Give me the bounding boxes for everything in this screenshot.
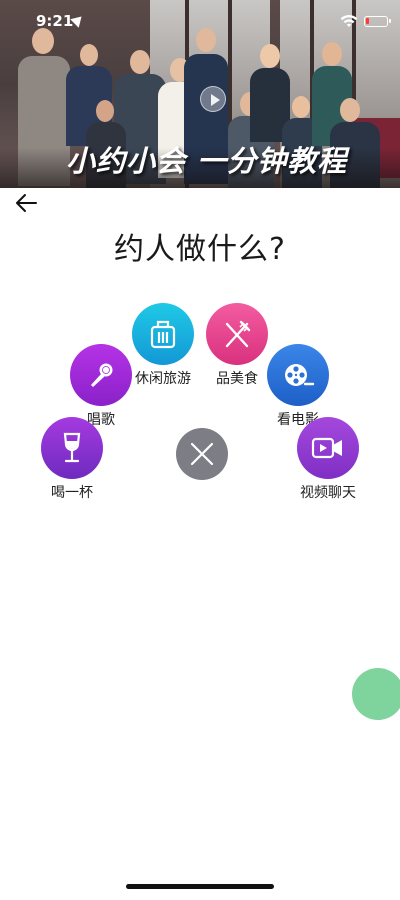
close-icon <box>190 442 214 466</box>
battery-level <box>366 18 369 24</box>
film-reel-icon <box>285 364 315 386</box>
play-icon[interactable] <box>200 86 226 112</box>
banner-title: 小约小会 一分钟教程 <box>66 144 348 178</box>
activity-video-chat-circle <box>297 417 359 479</box>
activity-video-chat[interactable]: 视频聊天 <box>278 417 378 502</box>
status-bar: 9:21 <box>0 0 400 44</box>
close-button[interactable] <box>176 428 228 480</box>
wifi-icon <box>340 14 358 27</box>
arrow-left-icon <box>16 194 37 212</box>
activity-drink[interactable]: 喝一杯 <box>22 417 122 502</box>
back-button[interactable] <box>12 190 42 216</box>
battery-icon <box>364 16 391 27</box>
activity-drink-label: 喝一杯 <box>51 485 93 501</box>
home-indicator <box>126 884 274 889</box>
wine-glass-icon <box>63 432 81 463</box>
floating-assistive-button[interactable] <box>352 668 400 720</box>
luggage-icon <box>150 320 176 349</box>
microphone-icon <box>91 363 113 387</box>
activity-drink-circle <box>41 417 103 479</box>
page-title: 约人做什么? <box>114 232 286 267</box>
activity-video-chat-label: 视频聊天 <box>300 485 356 501</box>
status-time: 9:21 <box>36 12 74 30</box>
activity-movie-circle <box>267 344 329 406</box>
activity-sing-circle <box>70 344 132 406</box>
video-camera-icon <box>311 437 342 459</box>
